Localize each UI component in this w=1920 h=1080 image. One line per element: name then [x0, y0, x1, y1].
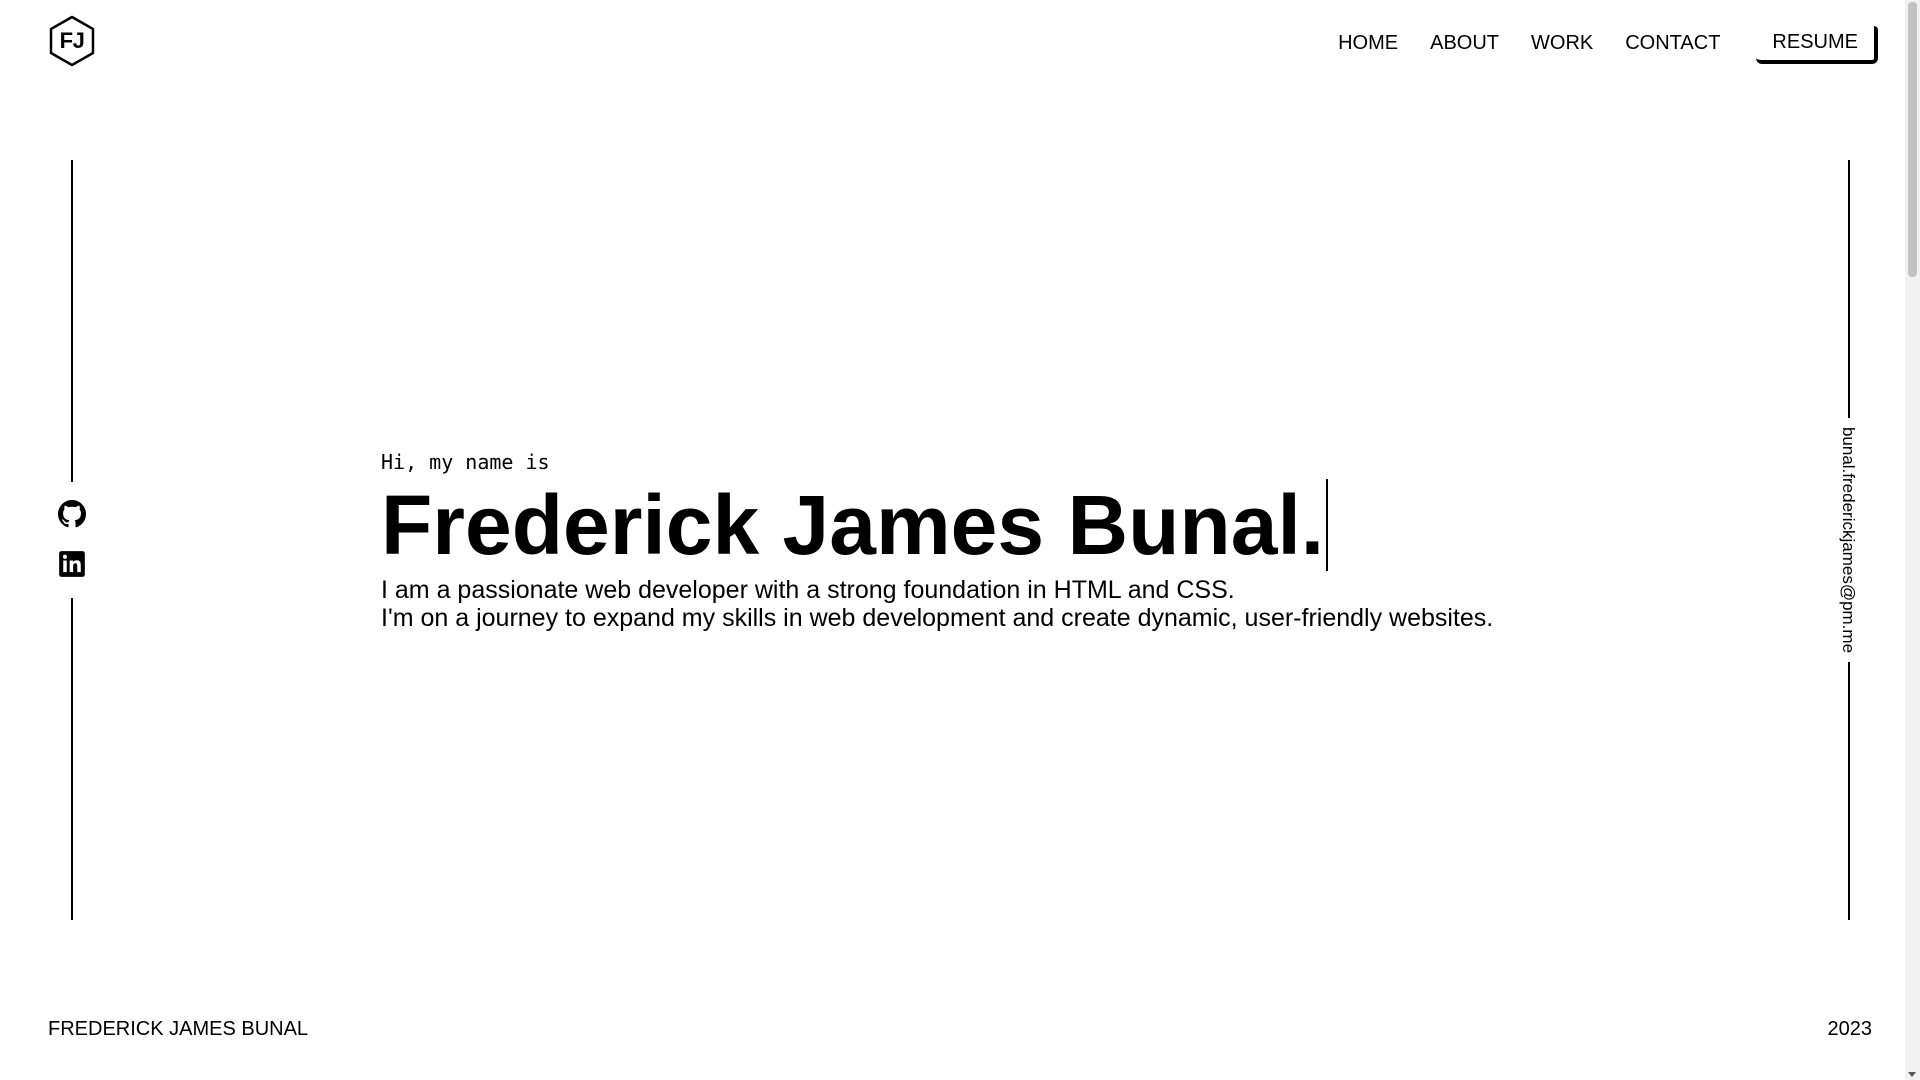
hero-section: Hi, my name is Frederick James Bunal. I …	[381, 447, 1493, 632]
linkedin-icon	[59, 551, 85, 577]
main-nav: HOME ABOUT WORK CONTACT RESUME	[1306, 26, 1878, 64]
resume-button[interactable]: RESUME	[1756, 26, 1878, 64]
scroll-down-arrow-icon[interactable]	[1908, 1072, 1916, 1077]
scrollbar-thumb[interactable]	[1908, 2, 1917, 277]
linkedin-link[interactable]	[58, 550, 86, 578]
left-divider-top	[71, 160, 73, 482]
email-link[interactable]: bunal.frederickjames@pm.me	[1838, 427, 1858, 653]
nav-about[interactable]: ABOUT	[1430, 32, 1499, 55]
logo-text: FJ	[59, 28, 85, 53]
right-divider-bottom	[1848, 662, 1850, 920]
hero-greeting: Hi, my name is	[381, 450, 550, 474]
resume-label: RESUME	[1772, 31, 1858, 53]
github-icon	[58, 500, 86, 528]
scrollbar[interactable]	[1905, 0, 1920, 1080]
left-divider-bottom	[71, 598, 73, 920]
hero-name-wrap: Frederick James Bunal.	[381, 479, 1493, 571]
hero-name: Frederick James Bunal.	[381, 478, 1325, 572]
page: FJ HOME ABOUT WORK CONTACT RESUME bunal.…	[0, 0, 1920, 1080]
footer-name: FREDERICK JAMES BUNAL	[48, 1018, 309, 1040]
logo[interactable]: FJ	[48, 15, 96, 67]
typing-cursor	[1326, 479, 1329, 571]
nav-home[interactable]: HOME	[1338, 32, 1398, 55]
right-divider-top	[1848, 160, 1850, 418]
hero-bio-line-2: I'm on a journey to expand my skills in …	[381, 604, 1494, 632]
hero-bio: I am a passionate web developer with a s…	[381, 576, 1493, 632]
nav-work[interactable]: WORK	[1531, 32, 1593, 55]
hero-bio-line-1: I am a passionate web developer with a s…	[381, 576, 1235, 604]
github-link[interactable]	[58, 500, 86, 528]
footer-year: 2023	[1827, 1018, 1873, 1040]
nav-contact[interactable]: CONTACT	[1625, 32, 1720, 55]
